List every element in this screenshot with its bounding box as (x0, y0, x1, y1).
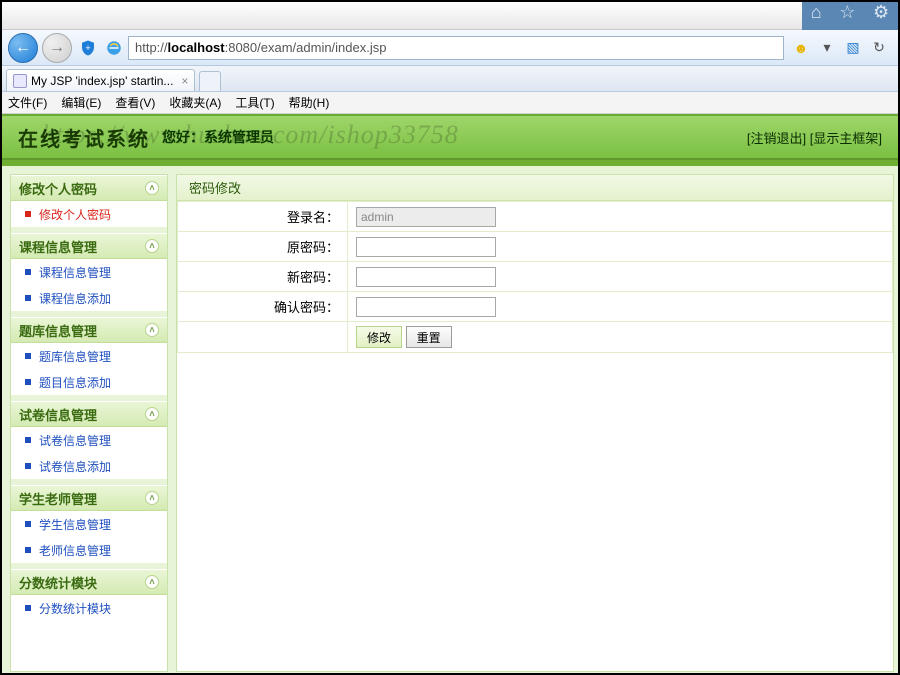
sidebar-item[interactable]: 试卷信息添加 (11, 453, 167, 479)
favorites-star-icon[interactable]: ☆ (839, 2, 855, 23)
sidebar-group-header[interactable]: 课程信息管理 ˄ (11, 233, 167, 259)
tab-title: My JSP 'index.jsp' startin... (31, 74, 173, 88)
new-tab-button[interactable] (199, 71, 221, 91)
sidebar-group-header[interactable]: 分数统计模块 ˄ (11, 569, 167, 595)
app-root: 在线考试系统 您好：系统管理员 [注销退出] [显示主框架] https://w… (2, 114, 898, 675)
security-shield-icon[interactable]: + (76, 36, 100, 60)
ie-logo-icon (104, 38, 124, 58)
greeting-label: 您好： (162, 129, 204, 145)
sidebar-item-label: 修改个人密码 (39, 206, 111, 223)
dropdown-caret-icon[interactable]: ▾ (818, 39, 836, 57)
banner-links: [注销退出] [显示主框架] (747, 128, 882, 147)
confirm-password-label: 确认密码： (178, 292, 348, 322)
new-password-label: 新密码： (178, 262, 348, 292)
new-password-input[interactable] (356, 267, 496, 287)
sidebar-item-label: 学生信息管理 (39, 516, 111, 533)
menu-file[interactable]: 文件(F) (8, 94, 47, 111)
sidebar-group-title: 题库信息管理 (19, 321, 97, 340)
greeting-user: 系统管理员 (204, 129, 274, 145)
app-banner: 在线考试系统 您好：系统管理员 [注销退出] [显示主框架] https://w… (2, 114, 898, 160)
address-bar[interactable]: http://localhost:8080/exam/admin/index.j… (128, 36, 784, 60)
sidebar-item[interactable]: 学生信息管理 (11, 511, 167, 537)
menu-help[interactable]: 帮助(H) (289, 94, 330, 111)
browser-tabbar: My JSP 'index.jsp' startin... × (2, 66, 898, 92)
sidebar-item[interactable]: 课程信息添加 (11, 285, 167, 311)
tab-favicon-icon (13, 74, 27, 88)
collapse-icon[interactable]: ˄ (145, 575, 159, 589)
browser-navbar: ← → + http://localhost:8080/exam/admin/i… (2, 30, 898, 66)
sidebar-item-label: 题库信息管理 (39, 348, 111, 365)
url-prefix: http:// (135, 40, 168, 55)
navbar-right-icons: ☻ ▾ ▧ ↻ (788, 39, 892, 57)
browser-menubar: 文件(F) 编辑(E) 查看(V) 收藏夹(A) 工具(T) 帮助(H) (2, 92, 898, 114)
sidebar-item[interactable]: 分数统计模块 (11, 595, 167, 621)
sidebar-item[interactable]: 题目信息添加 (11, 369, 167, 395)
confirm-password-input[interactable] (356, 297, 496, 317)
smiley-icon[interactable]: ☻ (792, 39, 810, 57)
refresh-icon[interactable]: ↻ (870, 39, 888, 57)
sidebar-item-label: 课程信息管理 (39, 264, 111, 281)
password-form: 登录名： 原密码： 新密码： 确认密码： (177, 201, 893, 353)
sidebar-group-header[interactable]: 修改个人密码 ˄ (11, 175, 167, 201)
menu-view[interactable]: 查看(V) (115, 94, 155, 111)
sidebar: 修改个人密码˄修改个人密码课程信息管理˄课程信息管理课程信息添加题库信息管理˄题… (10, 174, 168, 672)
svg-text:+: + (85, 43, 90, 53)
collapse-icon[interactable]: ˄ (145, 181, 159, 195)
panel-title: 密码修改 (177, 175, 893, 201)
sidebar-group-title: 学生老师管理 (19, 489, 97, 508)
submit-button[interactable]: 修改 (356, 326, 402, 348)
app-title: 在线考试系统 (18, 123, 150, 152)
sidebar-item-label: 试卷信息添加 (39, 458, 111, 475)
sidebar-group-title: 分数统计模块 (19, 573, 97, 592)
settings-gear-icon[interactable]: ⚙ (873, 2, 889, 23)
sidebar-item-label: 题目信息添加 (39, 374, 111, 391)
sidebar-item[interactable]: 修改个人密码 (11, 201, 167, 227)
sidebar-item-label: 分数统计模块 (39, 600, 111, 617)
sidebar-group-header[interactable]: 试卷信息管理 ˄ (11, 401, 167, 427)
sidebar-item[interactable]: 试卷信息管理 (11, 427, 167, 453)
workspace: 修改个人密码˄修改个人密码课程信息管理˄课程信息管理课程信息添加题库信息管理˄题… (2, 160, 898, 675)
sidebar-item[interactable]: 题库信息管理 (11, 343, 167, 369)
sidebar-item[interactable]: 老师信息管理 (11, 537, 167, 563)
old-password-label: 原密码： (178, 232, 348, 262)
sidebar-group-title: 试卷信息管理 (19, 405, 97, 424)
tab-close-icon[interactable]: × (181, 74, 188, 88)
browser-far-right-toolbar: ⌂ ☆ ⚙ (802, 0, 898, 30)
collapse-icon[interactable]: ˄ (145, 491, 159, 505)
sidebar-group-header[interactable]: 学生老师管理 ˄ (11, 485, 167, 511)
home-icon[interactable]: ⌂ (811, 2, 822, 23)
logout-link[interactable]: [注销退出] (747, 131, 806, 146)
collapse-icon[interactable]: ˄ (145, 407, 159, 421)
show-mainframe-link[interactable]: [显示主框架] (810, 131, 882, 146)
old-password-input[interactable] (356, 237, 496, 257)
login-input (356, 207, 496, 227)
sidebar-item-label: 课程信息添加 (39, 290, 111, 307)
photo-icon[interactable]: ▧ (844, 39, 862, 57)
sidebar-group-title: 修改个人密码 (19, 179, 97, 198)
sidebar-group-header[interactable]: 题库信息管理 ˄ (11, 317, 167, 343)
window-titlebar: — ☐ ✕ (2, 2, 898, 30)
login-label: 登录名： (178, 202, 348, 232)
sidebar-group-title: 课程信息管理 (19, 237, 97, 256)
sidebar-item[interactable]: 课程信息管理 (11, 259, 167, 285)
reset-button[interactable]: 重置 (406, 326, 452, 348)
main-panel: 密码修改 登录名： 原密码： 新密码： 确认密码： (176, 174, 894, 672)
url-rest: :8080/exam/admin/index.jsp (225, 40, 387, 55)
sidebar-item-label: 老师信息管理 (39, 542, 111, 559)
forward-button[interactable]: → (42, 33, 72, 63)
url-host: localhost (168, 40, 225, 55)
menu-tools[interactable]: 工具(T) (235, 94, 274, 111)
menu-fav[interactable]: 收藏夹(A) (169, 94, 221, 111)
back-button[interactable]: ← (8, 33, 38, 63)
greeting: 您好：系统管理员 (162, 127, 274, 147)
collapse-icon[interactable]: ˄ (145, 239, 159, 253)
collapse-icon[interactable]: ˄ (145, 323, 159, 337)
sidebar-item-label: 试卷信息管理 (39, 432, 111, 449)
menu-edit[interactable]: 编辑(E) (61, 94, 101, 111)
browser-tab[interactable]: My JSP 'index.jsp' startin... × (6, 69, 195, 91)
